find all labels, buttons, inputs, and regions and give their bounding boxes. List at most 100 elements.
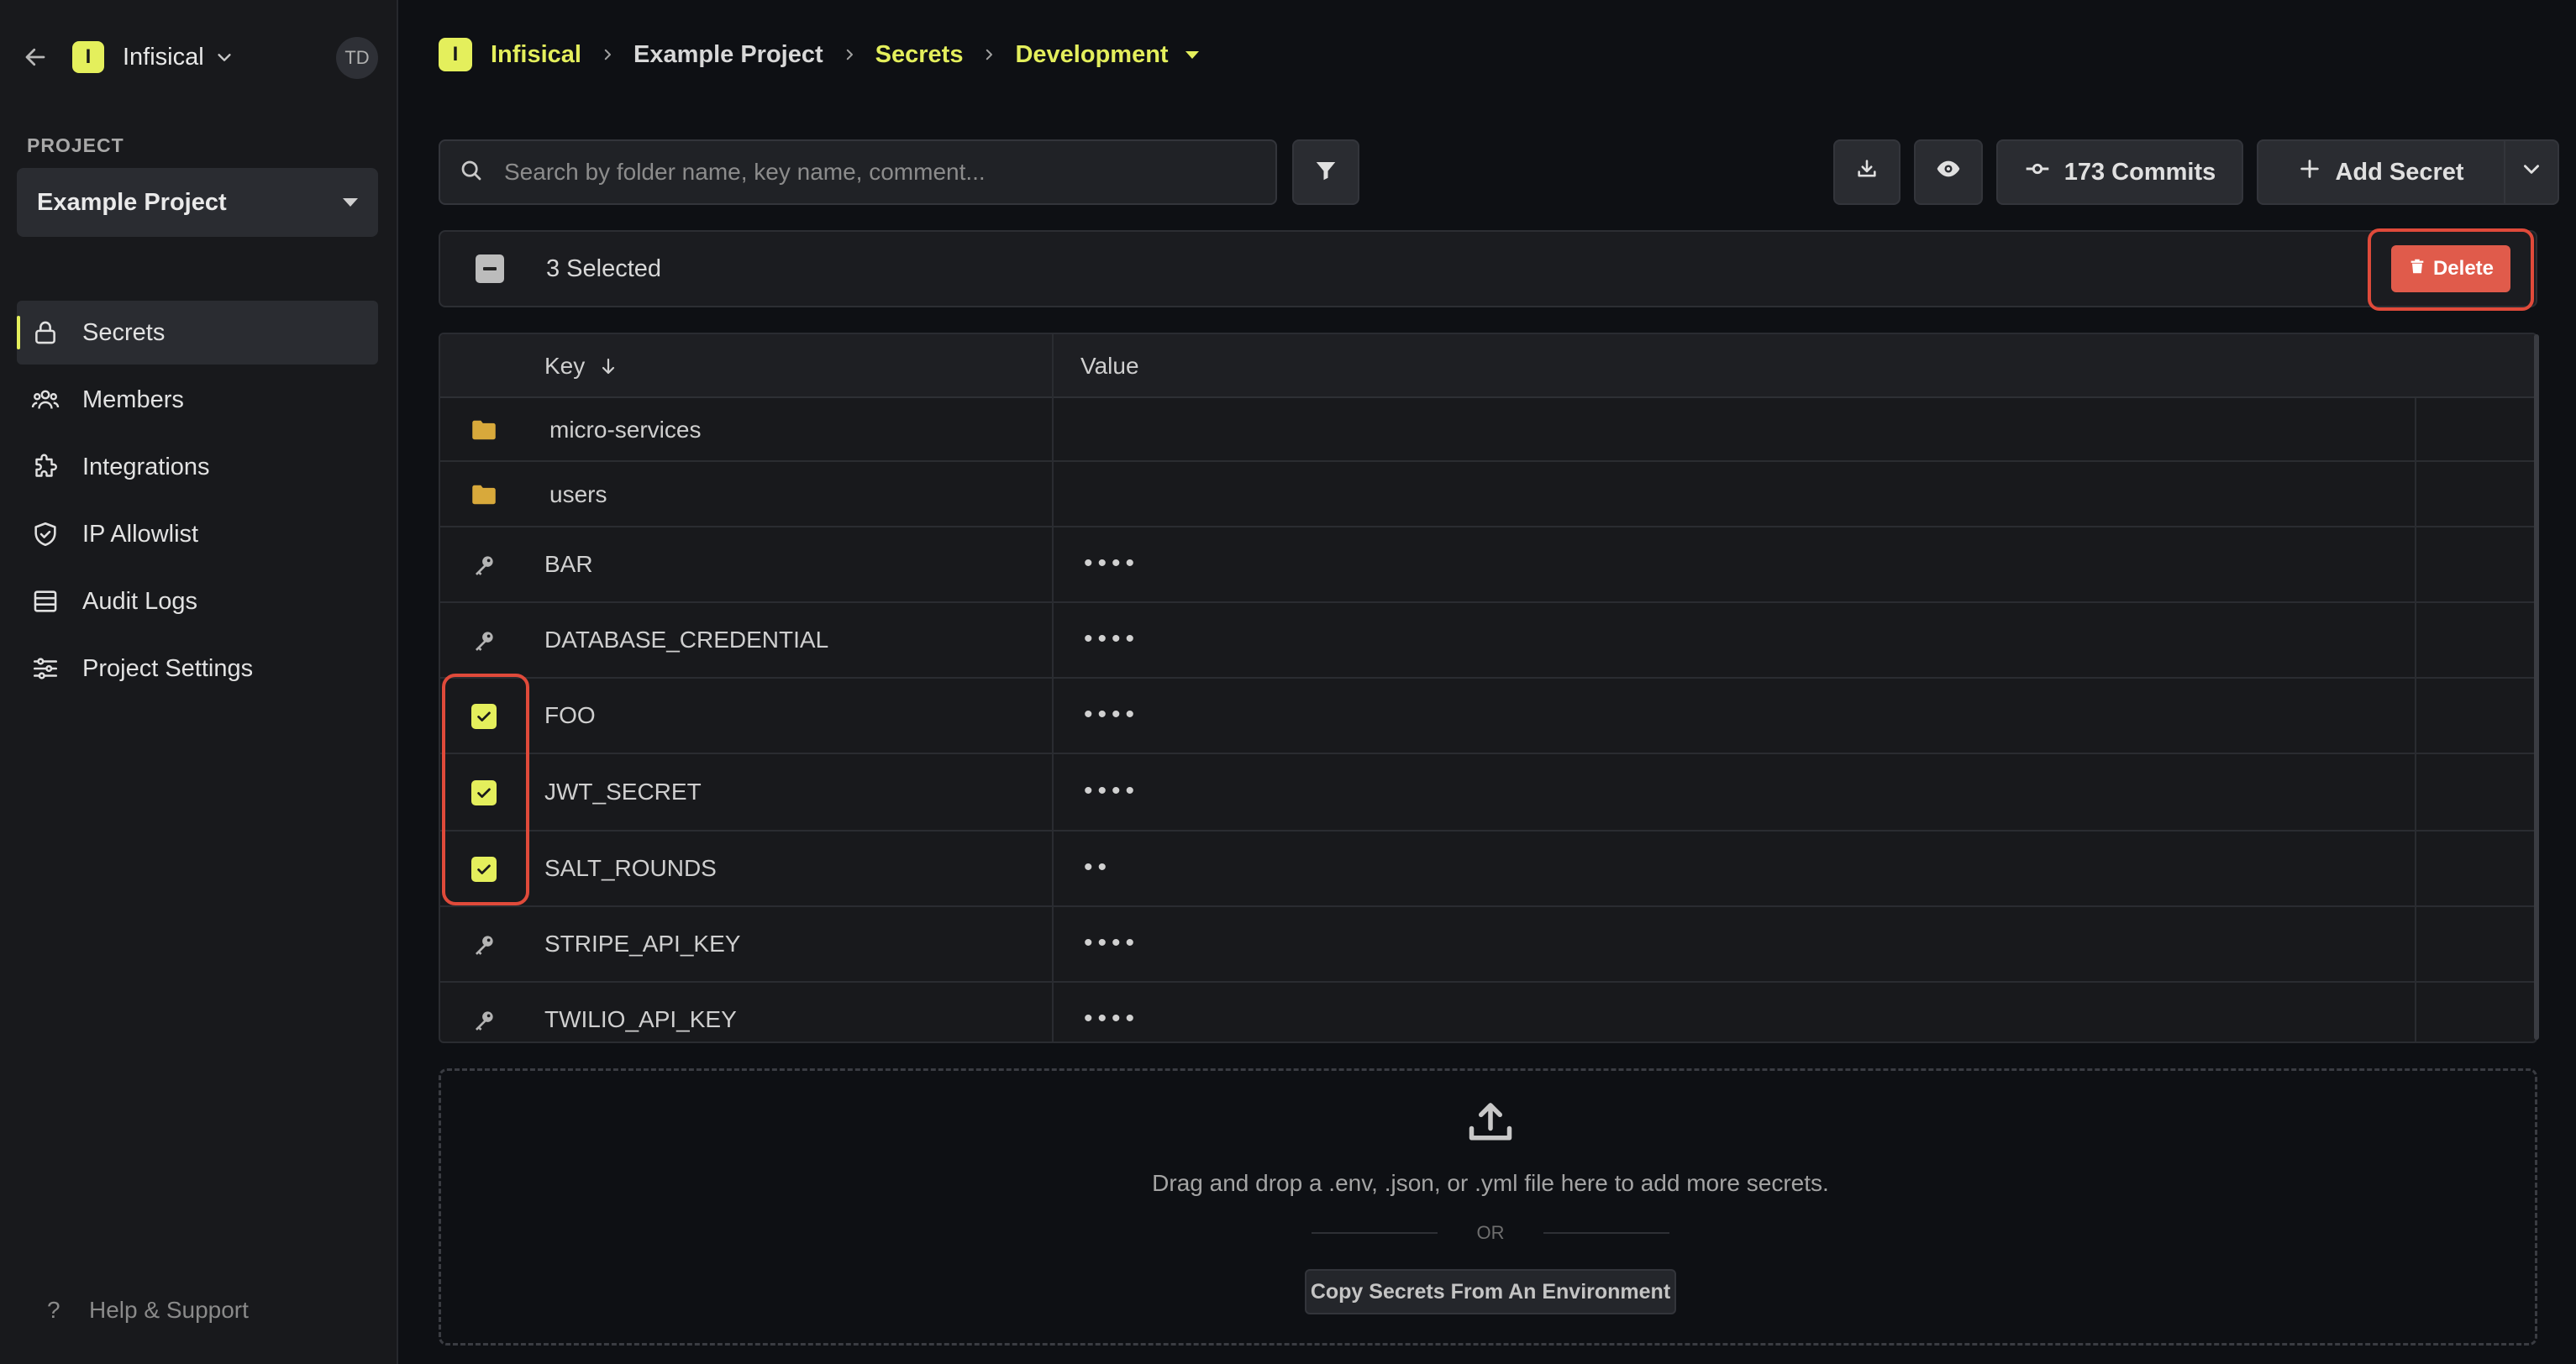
table-row[interactable]: BAR •••• xyxy=(440,527,2536,603)
sidebar-item-label: IP Allowlist xyxy=(82,520,199,548)
secret-key[interactable]: STRIPE_API_KEY xyxy=(544,931,740,957)
table-row[interactable]: TWILIO_API_KEY •••• xyxy=(440,983,2536,1041)
puzzle-icon xyxy=(29,450,62,484)
sidebar-nav: Secrets Members Integrations IP Allowlis… xyxy=(17,301,378,704)
search-icon xyxy=(459,158,484,187)
key-icon xyxy=(467,928,501,962)
copy-secrets-button[interactable]: Copy Secrets From An Environment xyxy=(1305,1269,1676,1314)
chevron-right-icon xyxy=(842,45,857,64)
key-icon xyxy=(467,624,501,658)
eye-icon xyxy=(1935,155,1962,189)
breadcrumb-org[interactable]: Infisical xyxy=(491,41,581,69)
key-icon xyxy=(467,1004,501,1037)
table-row-selected[interactable]: FOO •••• xyxy=(440,679,2536,754)
filter-button[interactable] xyxy=(1292,139,1359,205)
add-secret-button[interactable]: Add Secret xyxy=(2257,139,2505,205)
deselect-all-checkbox[interactable] xyxy=(476,254,504,283)
delete-label: Delete xyxy=(2432,257,2495,280)
secret-key[interactable]: FOO xyxy=(544,702,596,729)
search-box xyxy=(439,139,1277,205)
secret-key[interactable]: SALT_ROUNDS xyxy=(544,855,717,882)
secret-value[interactable]: •••• xyxy=(1084,1005,1139,1033)
chevron-down-icon xyxy=(2521,158,2542,186)
secret-value[interactable]: •••• xyxy=(1084,549,1139,578)
sidebar-item-project-settings[interactable]: Project Settings xyxy=(17,637,378,700)
sidebar-item-label: Project Settings xyxy=(82,654,254,682)
breadcrumb: I Infisical Example Project Secrets Deve… xyxy=(439,35,1199,74)
upload-icon xyxy=(1464,1096,1517,1148)
table-scrollbar[interactable] xyxy=(2534,334,2539,1040)
key-column-header[interactable]: Key xyxy=(544,334,618,398)
download-icon xyxy=(1855,157,1879,187)
commit-icon xyxy=(2024,155,2051,189)
selection-bar: 3 Selected xyxy=(439,230,2537,307)
chevron-right-icon xyxy=(600,45,615,64)
table-row[interactable]: DATABASE_CREDENTIAL •••• xyxy=(440,603,2536,679)
arrow-left-icon[interactable] xyxy=(20,42,50,72)
folder-icon xyxy=(467,478,501,512)
plus-icon xyxy=(2298,157,2321,187)
table-row-selected[interactable]: SALT_ROUNDS •• xyxy=(440,832,2536,907)
secrets-table: Key Value micro-services users BAR •••• xyxy=(439,333,2537,1043)
trash-icon xyxy=(2408,256,2426,282)
org-logo: I xyxy=(72,41,104,73)
sidebar-item-label: Secrets xyxy=(82,318,166,346)
secret-key[interactable]: DATABASE_CREDENTIAL xyxy=(544,627,828,653)
value-header-label: Value xyxy=(1080,353,1139,379)
secret-value[interactable]: •••• xyxy=(1084,700,1139,729)
lock-icon xyxy=(29,316,62,349)
sidebar-item-audit-logs[interactable]: Audit Logs xyxy=(17,569,378,633)
selected-count: 3 Selected xyxy=(546,254,662,282)
environment-select[interactable]: Development xyxy=(1015,41,1168,69)
arrow-down-icon[interactable] xyxy=(598,355,618,377)
secret-value[interactable]: •••• xyxy=(1084,625,1139,653)
chevron-down-icon[interactable] xyxy=(214,47,234,67)
sidebar-item-members[interactable]: Members xyxy=(17,368,378,432)
delete-button[interactable]: Delete xyxy=(2391,245,2510,292)
secret-value[interactable]: •••• xyxy=(1084,777,1139,805)
secret-value[interactable]: •• xyxy=(1084,853,1112,882)
org-logo: I xyxy=(439,38,472,71)
table-row[interactable]: STRIPE_API_KEY •••• xyxy=(440,907,2536,983)
folder-name: users xyxy=(549,481,607,507)
sidebar-item-ip-allowlist[interactable]: IP Allowlist xyxy=(17,502,378,566)
caret-down-icon[interactable] xyxy=(1185,50,1199,59)
breadcrumb-secrets[interactable]: Secrets xyxy=(875,41,964,69)
breadcrumb-project[interactable]: Example Project xyxy=(633,41,823,69)
org-switcher[interactable]: I Infisical xyxy=(20,37,381,77)
shield-icon xyxy=(29,517,62,551)
file-drop-zone[interactable]: Drag and drop a .env, .json, or .yml fil… xyxy=(439,1068,2537,1346)
key-header-label: Key xyxy=(544,353,586,379)
search-input[interactable] xyxy=(504,159,1260,186)
folder-name: micro-services xyxy=(549,417,702,443)
project-select[interactable]: Example Project xyxy=(17,168,378,237)
reveal-values-button[interactable] xyxy=(1914,139,1983,205)
commits-button[interactable]: 173 Commits xyxy=(1996,139,2243,205)
checkbox-highlight xyxy=(442,674,529,905)
sliders-icon xyxy=(29,652,62,685)
org-name[interactable]: Infisical xyxy=(123,44,204,71)
project-label: PROJECT xyxy=(27,134,124,156)
drop-zone-text: Drag and drop a .env, .json, or .yml fil… xyxy=(1152,1170,1829,1196)
add-secret-options-button[interactable] xyxy=(2504,139,2559,205)
secret-key[interactable]: JWT_SECRET xyxy=(544,779,702,805)
download-button[interactable] xyxy=(1833,139,1900,205)
table-row-folder[interactable]: micro-services xyxy=(440,398,2536,462)
question-icon: ? xyxy=(47,1297,60,1323)
caret-down-icon xyxy=(343,198,358,207)
sidebar-item-integrations[interactable]: Integrations xyxy=(17,435,378,499)
value-column-header: Value xyxy=(1080,334,1139,398)
help-support-label: Help & Support xyxy=(89,1297,249,1323)
table-row-selected[interactable]: JWT_SECRET •••• xyxy=(440,754,2536,832)
secret-key[interactable]: BAR xyxy=(544,551,593,578)
project-select-value: Example Project xyxy=(37,188,227,216)
key-icon xyxy=(467,548,501,582)
table-row-folder[interactable]: users xyxy=(440,462,2536,527)
secret-value[interactable]: •••• xyxy=(1084,929,1139,957)
avatar[interactable]: TD xyxy=(336,37,378,79)
sidebar-item-secrets[interactable]: Secrets xyxy=(17,301,378,365)
sidebar-item-label: Audit Logs xyxy=(82,587,198,615)
sidebar-item-label: Integrations xyxy=(82,453,210,480)
secret-key[interactable]: TWILIO_API_KEY xyxy=(544,1006,737,1033)
help-support-link[interactable]: ? Help & Support xyxy=(47,1297,249,1324)
